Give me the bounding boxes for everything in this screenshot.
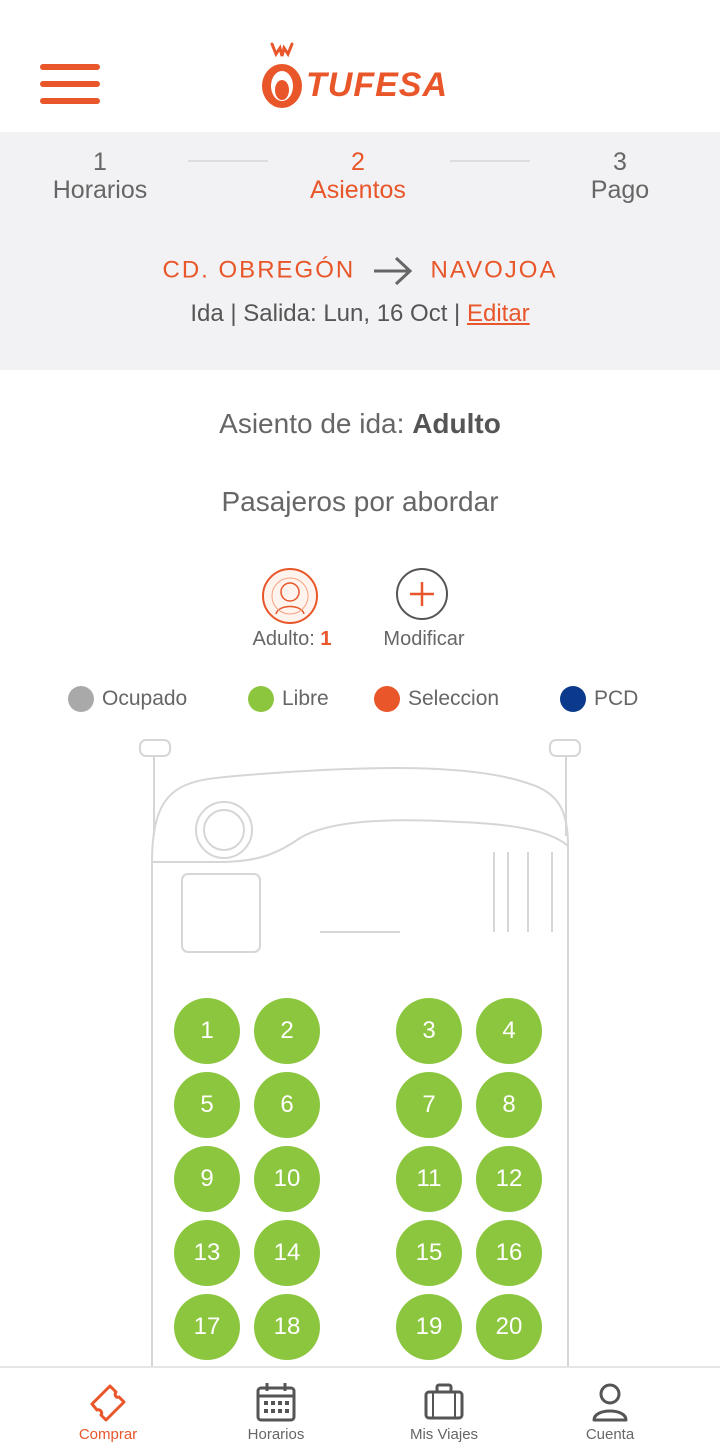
- seat-2[interactable]: 2: [254, 998, 320, 1064]
- step-pago[interactable]: 3 Pago: [520, 148, 720, 204]
- deer-logo-icon: [262, 42, 302, 108]
- edit-link[interactable]: Editar: [467, 300, 530, 327]
- legend-seleccion: Seleccion: [374, 686, 544, 712]
- nav-comprar[interactable]: Comprar: [18, 1368, 198, 1450]
- seat-9[interactable]: 9: [174, 1146, 240, 1212]
- app-header: TUFESA: [0, 0, 720, 132]
- legend-libre: Libre: [248, 686, 358, 712]
- nav-mis-viajes[interactable]: Mis Viajes: [354, 1368, 534, 1450]
- ticket-icon: [90, 1384, 126, 1422]
- trip-info: Ida | Salida: Lun, 16 Oct | Editar: [190, 300, 530, 327]
- seat-15[interactable]: 15: [396, 1220, 462, 1286]
- plus-icon: [410, 582, 434, 606]
- seat-14[interactable]: 14: [254, 1220, 320, 1286]
- route-summary: CD. OBREGÓN NAVOJOA: [0, 256, 720, 286]
- seat-13[interactable]: 13: [174, 1220, 240, 1286]
- seat-19[interactable]: 19: [396, 1294, 462, 1360]
- adult-passenger-label: Adulto: 1: [252, 628, 332, 650]
- hamburger-menu-icon[interactable]: [40, 64, 100, 104]
- nav-cuenta[interactable]: Cuenta: [520, 1368, 700, 1450]
- modify-passengers-label[interactable]: Modificar: [356, 628, 492, 651]
- tufesa-logo: TUFESA: [258, 40, 468, 112]
- bottom-navigation: Comprar Horarios Mis Viajes Cuenta: [0, 1366, 720, 1450]
- seat-12[interactable]: 12: [476, 1146, 542, 1212]
- legend-dot: [374, 686, 400, 712]
- suitcase-icon: [424, 1383, 464, 1420]
- booking-steps-panel: 1 Horarios 2 Asientos 3 Pago CD. OBREGÓN…: [0, 132, 720, 370]
- seat-type-value: Adulto: [412, 408, 501, 439]
- route-destination: NAVOJOA: [430, 256, 558, 284]
- step-horarios[interactable]: 1 Horarios: [0, 148, 200, 204]
- seat-type-title: Asiento de ida: Adulto: [219, 408, 501, 439]
- seat-16[interactable]: 16: [476, 1220, 542, 1286]
- seat-10[interactable]: 10: [254, 1146, 320, 1212]
- legend-dot: [68, 686, 94, 712]
- step-connector: [188, 160, 268, 162]
- user-icon: [592, 1383, 628, 1422]
- step-connector: [450, 160, 530, 162]
- seat-5[interactable]: 5: [174, 1072, 240, 1138]
- seat-18[interactable]: 18: [254, 1294, 320, 1360]
- seat-1[interactable]: 1: [174, 998, 240, 1064]
- arrow-right-icon: [373, 256, 413, 286]
- legend-dot: [248, 686, 274, 712]
- seat-7[interactable]: 7: [396, 1072, 462, 1138]
- legend-dot: [560, 686, 586, 712]
- nav-horarios[interactable]: Horarios: [186, 1368, 366, 1450]
- seat-20[interactable]: 20: [476, 1294, 542, 1360]
- seat-11[interactable]: 11: [396, 1146, 462, 1212]
- seat-4[interactable]: 4: [476, 998, 542, 1064]
- legend-ocupado: Ocupado: [68, 686, 228, 712]
- calendar-icon: [256, 1383, 296, 1422]
- step-asientos[interactable]: 2 Asientos: [258, 148, 458, 204]
- legend-pcd: PCD: [560, 686, 660, 712]
- seat-3[interactable]: 3: [396, 998, 462, 1064]
- adult-count: 1: [320, 628, 332, 650]
- seat-8[interactable]: 8: [476, 1072, 542, 1138]
- brand-name: TUFESA: [306, 66, 448, 104]
- route-origin: CD. OBREGÓN: [162, 256, 356, 284]
- modify-passengers-button[interactable]: [396, 568, 448, 620]
- seat-17[interactable]: 17: [174, 1294, 240, 1360]
- passengers-title: Pasajeros por abordar: [221, 486, 499, 517]
- seat-6[interactable]: 6: [254, 1072, 320, 1138]
- adult-passenger-icon[interactable]: [262, 568, 318, 624]
